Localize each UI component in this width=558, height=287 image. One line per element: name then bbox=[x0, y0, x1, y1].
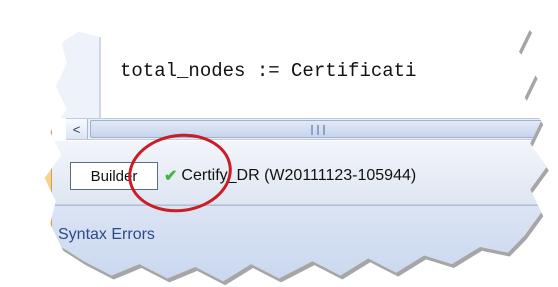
syntax-errors-panel: Syntax Errors bbox=[52, 205, 547, 282]
code-editor[interactable] bbox=[100, 2, 547, 118]
torn-paper-screenshot: total_nodes := Certificati < Builder ✔ C… bbox=[20, 2, 547, 282]
panel-title[interactable]: Syntax Errors bbox=[58, 226, 155, 244]
folder-icon[interactable] bbox=[20, 178, 44, 200]
code-line: total_nodes := Certificati bbox=[120, 60, 417, 82]
horizontal-scrollbar[interactable]: < bbox=[66, 118, 547, 140]
chevron-left-icon: < bbox=[72, 121, 81, 137]
editor-gutter bbox=[52, 2, 100, 118]
tool-icon[interactable] bbox=[22, 112, 44, 130]
scroll-left-button[interactable]: < bbox=[66, 119, 88, 139]
scroll-grip-icon bbox=[311, 125, 325, 135]
left-tool-strip bbox=[44, 92, 52, 242]
scroll-thumb[interactable] bbox=[90, 120, 547, 138]
